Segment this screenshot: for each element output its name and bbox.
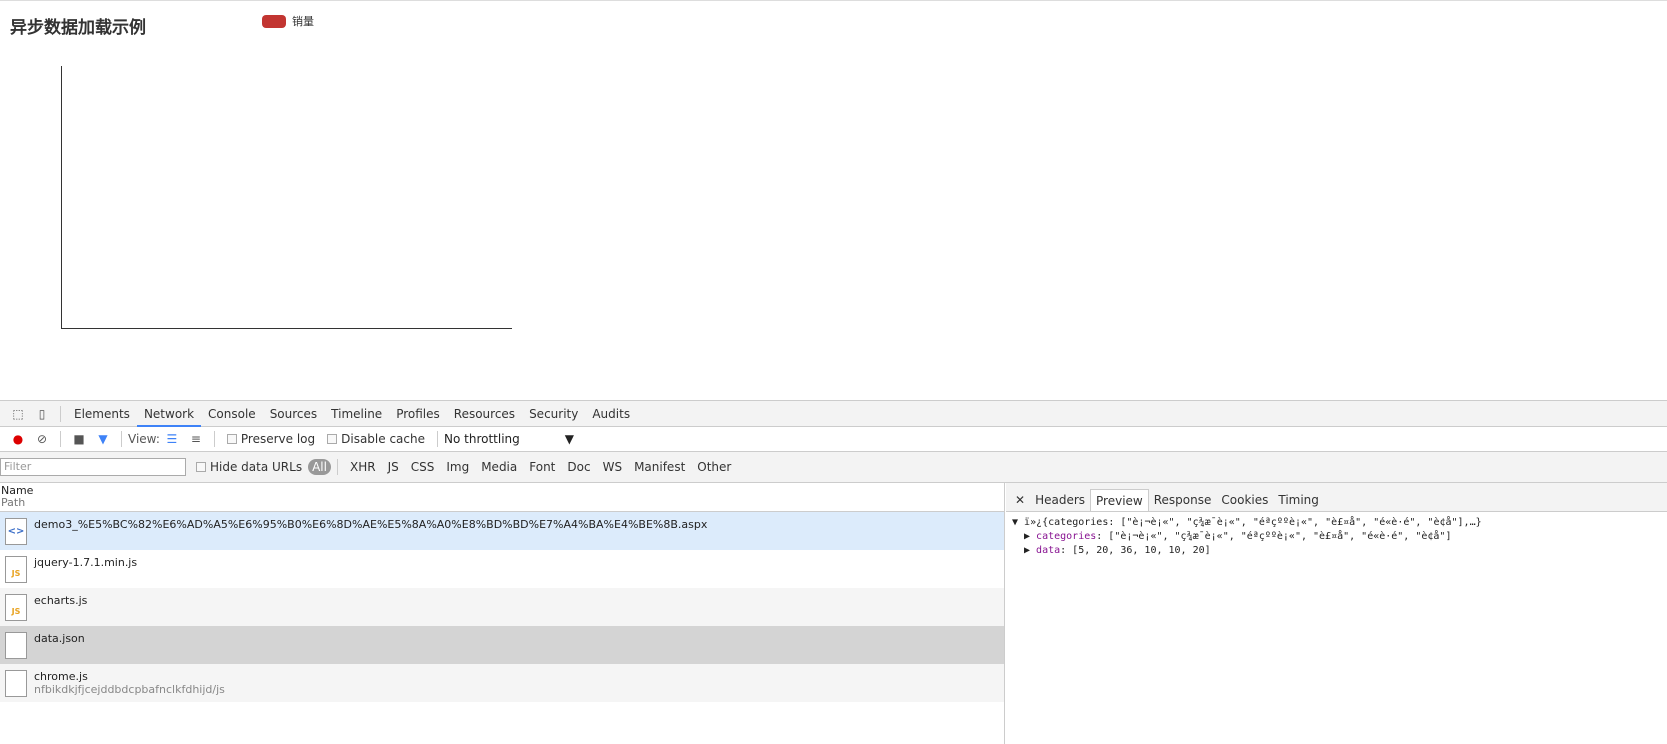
filter-type-media[interactable]: Media	[475, 460, 523, 474]
network-toolbar: ● ⊘ ■ ▼ View: ☰ ≡ Preserve log Disable c…	[0, 427, 1667, 452]
x-axis	[61, 328, 512, 329]
filter-type-other[interactable]: Other	[691, 460, 737, 474]
request-detail: ✕ Headers Preview Response Cookies Timing ▼ ï…	[1006, 483, 1667, 744]
preview-data[interactable]: ▶ data: [5, 20, 36, 10, 10, 20]	[1012, 544, 1661, 558]
tab-elements[interactable]: Elements	[67, 401, 137, 427]
preview-content: ▼ ï»¿{categories: ["è¡¬è¡«", "ç¾æ¯è¡«", …	[1006, 512, 1667, 562]
request-row[interactable]: chrome.js nfbikdkjfjcejddbdcpbafnclkfdhij…	[0, 664, 1004, 702]
divider	[437, 431, 438, 447]
tab-console[interactable]: Console	[201, 401, 263, 427]
detail-tab-headers[interactable]: Headers	[1030, 489, 1090, 511]
overview-icon[interactable]: ≡	[187, 432, 205, 446]
doc-file-icon: <>	[5, 518, 27, 545]
divider	[336, 459, 338, 475]
filter-type-img[interactable]: Img	[440, 460, 475, 474]
list-view-icon[interactable]: ☰	[163, 432, 181, 446]
preserve-log-checkbox[interactable]: Preserve log	[226, 432, 315, 446]
view-label: View:	[128, 432, 160, 446]
tab-security[interactable]: Security	[522, 401, 585, 427]
filter-bar: Filter Hide data URLs All XHR JS CSS Img Medi…	[0, 452, 1667, 483]
legend-swatch	[262, 14, 286, 28]
devtools-panel: ⬚ ▯ Elements Network Console Sources Timelin…	[0, 400, 1667, 744]
tab-sources[interactable]: Sources	[263, 401, 324, 427]
page-content: 异步数据加载示例 销量	[0, 0, 1667, 400]
divider	[213, 431, 215, 447]
tab-audits[interactable]: Audits	[585, 401, 637, 427]
hide-data-urls-checkbox[interactable]: Hide data URLs	[196, 460, 302, 474]
filter-type-manifest[interactable]: Manifest	[628, 460, 691, 474]
camera-icon[interactable]: ■	[70, 432, 88, 446]
request-row[interactable]: JS jquery-1.7.1.min.js	[0, 550, 1004, 588]
request-list: Name Path <> demo3_%E5%BC%82%E6%AD%A5%E6%9…	[0, 483, 1005, 744]
clear-icon[interactable]: ⊘	[33, 432, 51, 446]
tab-profiles[interactable]: Profiles	[389, 401, 447, 427]
dropdown-arrow-icon: ▼	[564, 432, 574, 446]
devtools-tabbar: ⬚ ▯ Elements Network Console Sources Timelin…	[0, 401, 1667, 427]
filter-type-js[interactable]: JS	[382, 460, 405, 474]
js-file-icon: JS	[5, 556, 27, 583]
name-column-header[interactable]: Name Path	[0, 483, 1004, 512]
filter-type-ws[interactable]: WS	[597, 460, 628, 474]
device-mode-icon[interactable]: ▯	[33, 407, 51, 421]
inspect-icon[interactable]: ⬚	[9, 407, 27, 421]
filter-type-all[interactable]: All	[308, 459, 331, 475]
record-icon[interactable]: ●	[9, 432, 27, 446]
detail-tab-timing[interactable]: Timing	[1273, 489, 1324, 511]
close-icon[interactable]: ✕	[1010, 489, 1030, 511]
detail-tab-cookies[interactable]: Cookies	[1216, 489, 1273, 511]
blank-file-icon	[5, 670, 27, 697]
filter-type-doc[interactable]: Doc	[561, 460, 596, 474]
request-name: echarts.js	[34, 594, 88, 607]
chart-title: 异步数据加载示例	[10, 18, 146, 38]
divider	[121, 431, 122, 447]
filter-icon[interactable]: ▼	[94, 432, 112, 446]
request-name: jquery-1.7.1.min.js	[34, 556, 138, 569]
request-name: demo3_%E5%BC%82%E6%AD%A5%E6%95%B0%E6%8D%…	[34, 518, 708, 531]
request-row[interactable]: data.json	[0, 626, 1004, 664]
divider	[60, 431, 61, 447]
filter-type-xhr[interactable]: XHR	[344, 460, 382, 474]
tab-network[interactable]: Network	[136, 401, 202, 427]
filter-type-font[interactable]: Font	[523, 460, 561, 474]
legend-label: 销量	[292, 15, 314, 28]
tab-timeline[interactable]: Timeline	[324, 401, 389, 427]
request-name: data.json	[34, 632, 85, 645]
divider	[60, 405, 61, 422]
y-axis	[61, 66, 62, 329]
preview-categories[interactable]: ▶ categories: ["è¡¬è¡«", "ç¾æ¯è¡«", "éªç…	[1012, 530, 1661, 544]
filter-type-css[interactable]: CSS	[405, 460, 441, 474]
throttling-select[interactable]: No throttling ▼	[444, 432, 574, 446]
blank-file-icon	[5, 632, 27, 659]
request-row[interactable]: JS echarts.js	[0, 588, 1004, 626]
request-row[interactable]: <> demo3_%E5%BC%82%E6%AD%A5%E6%95%B0%E6%8…	[0, 512, 1004, 550]
request-name: chrome.js	[34, 670, 88, 683]
detail-tab-response[interactable]: Response	[1149, 489, 1217, 511]
tab-resources[interactable]: Resources	[447, 401, 522, 427]
detail-tab-preview[interactable]: Preview	[1090, 489, 1149, 511]
filter-input[interactable]: Filter	[0, 458, 186, 476]
legend-item[interactable]: 销量	[262, 13, 314, 29]
preview-root[interactable]: ▼ ï»¿{categories: ["è¡¬è¡«", "ç¾æ¯è¡«", …	[1012, 516, 1661, 530]
js-file-icon: JS	[5, 594, 27, 621]
disable-cache-checkbox[interactable]: Disable cache	[327, 432, 425, 446]
request-path: nfbikdkjfjcejddbdcpbafnclkfdhijd/js	[34, 683, 225, 696]
